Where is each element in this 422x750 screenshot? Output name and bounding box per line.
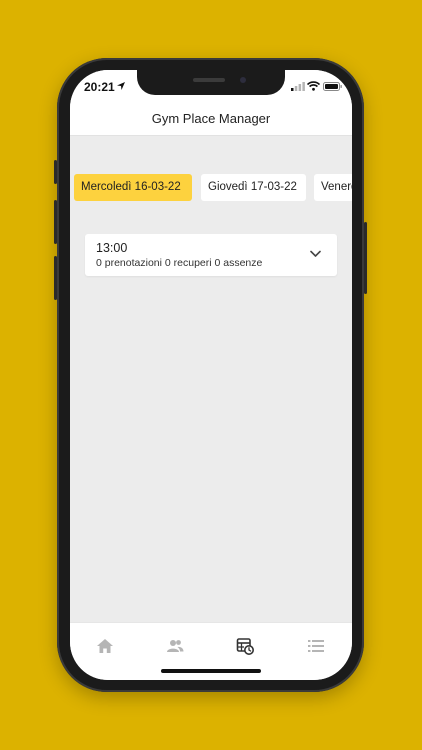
volume-up-button [54,200,57,244]
session-summary: 0 prenotazioni 0 recuperi 0 assenze [96,257,263,269]
users-icon[interactable] [166,637,184,655]
date-chip[interactable]: Venerdì 18-03-22 [314,174,352,201]
power-button [364,222,367,294]
calendar-clock-icon[interactable] [236,637,254,655]
date-chip-label: Giovedì 17-03-22 [208,181,297,193]
date-chip-label: Mercoledì 16-03-22 [81,181,181,193]
date-chip[interactable]: Giovedì 17-03-22 [201,174,306,201]
date-chip-selected[interactable]: Mercoledì 16-03-22 [74,174,192,201]
app-screen: 20:21 Gym Place Manager Mercoledì 16-03-… [70,70,352,680]
signal-icon [291,82,305,91]
session-time: 13:00 [96,241,128,255]
mute-switch [54,160,57,184]
front-camera [240,77,246,83]
notch [137,70,285,95]
session-card[interactable]: 13:00 0 prenotazioni 0 recuperi 0 assenz… [85,234,337,276]
home-icon[interactable] [96,637,114,655]
location-arrow-icon [117,82,125,90]
page-title: Gym Place Manager [151,111,271,126]
speaker-grille [193,78,225,82]
status-time: 20:21 [84,80,115,94]
date-chip-label: Venerdì 18-03-22 [321,181,352,193]
chevron-down-icon[interactable] [310,250,321,258]
home-indicator[interactable] [161,669,261,673]
date-selector[interactable]: Mercoledì 16-03-22 Giovedì 17-03-22 Vene… [70,174,352,202]
battery-icon [323,82,342,91]
app-header: Gym Place Manager [70,104,352,136]
wifi-icon [307,81,320,91]
volume-down-button [54,256,57,300]
list-icon[interactable] [307,637,325,655]
